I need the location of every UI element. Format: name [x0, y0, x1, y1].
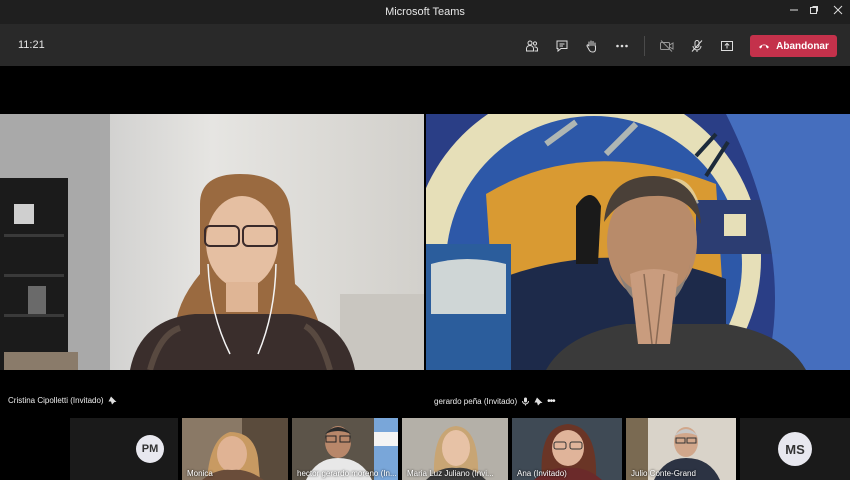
mic-icon — [522, 397, 530, 406]
phone-hangup-icon — [759, 44, 770, 49]
title-bar: Microsoft Teams — [0, 0, 850, 24]
pin-icon — [534, 397, 543, 406]
toolbar-divider — [644, 36, 645, 56]
more-options-icon[interactable] — [612, 36, 632, 56]
close-icon[interactable] — [830, 4, 846, 20]
name-label-cristina: Cristina Cipolletti (Invitado) — [8, 396, 117, 405]
thumb-monica[interactable]: Monica — [182, 418, 288, 480]
pin-icon — [108, 396, 117, 405]
name-label-gerardo: gerardo peña (Invitado) ••• — [434, 396, 556, 407]
thumb-ms[interactable]: MS — [740, 418, 850, 480]
participants-icon[interactable] — [522, 36, 542, 56]
avatar: PM — [136, 435, 164, 463]
camera-off-icon[interactable] — [657, 36, 677, 56]
participant-name: Maria Luz Juliano (Invi... — [407, 469, 494, 478]
thumb-julio[interactable]: Julio Conte-Grand — [626, 418, 736, 480]
minimize-icon[interactable] — [786, 4, 802, 20]
more-options-icon[interactable]: ••• — [547, 396, 555, 407]
avatar: MS — [778, 432, 812, 466]
participant-name: Monica — [187, 469, 213, 478]
leave-button-label: Abandonar — [776, 40, 829, 52]
participant-video — [426, 114, 850, 370]
mic-off-icon[interactable] — [687, 36, 707, 56]
share-screen-icon[interactable] — [717, 36, 737, 56]
participant-name: gerardo peña (Invitado) — [434, 397, 518, 406]
participant-video — [0, 114, 424, 370]
participant-name: Julio Conte-Grand — [631, 469, 696, 478]
raise-hand-icon[interactable] — [582, 36, 602, 56]
thumb-hector[interactable]: hector gerardo moreno (In... — [292, 418, 398, 480]
maximize-icon[interactable] — [806, 4, 822, 20]
video-tile-cristina[interactable] — [0, 114, 424, 370]
thumb-maria-luz[interactable]: Maria Luz Juliano (Invi... — [402, 418, 508, 480]
stage-letterbox — [0, 66, 850, 114]
window-title: Microsoft Teams — [385, 6, 465, 18]
video-tile-gerardo[interactable] — [426, 114, 850, 370]
chat-icon[interactable] — [552, 36, 572, 56]
thumb-ana[interactable]: Ana (Invitado) — [512, 418, 622, 480]
participant-name: Ana (Invitado) — [517, 469, 567, 478]
meeting-toolbar: 11:21 Abandonar — [0, 24, 850, 66]
participant-name: hector gerardo moreno (In... — [297, 469, 397, 478]
meeting-timer: 11:21 — [18, 39, 45, 51]
leave-button[interactable]: Abandonar — [750, 35, 837, 57]
thumb-pm[interactable]: PM — [70, 418, 178, 480]
participant-name: Cristina Cipolletti (Invitado) — [8, 396, 104, 405]
